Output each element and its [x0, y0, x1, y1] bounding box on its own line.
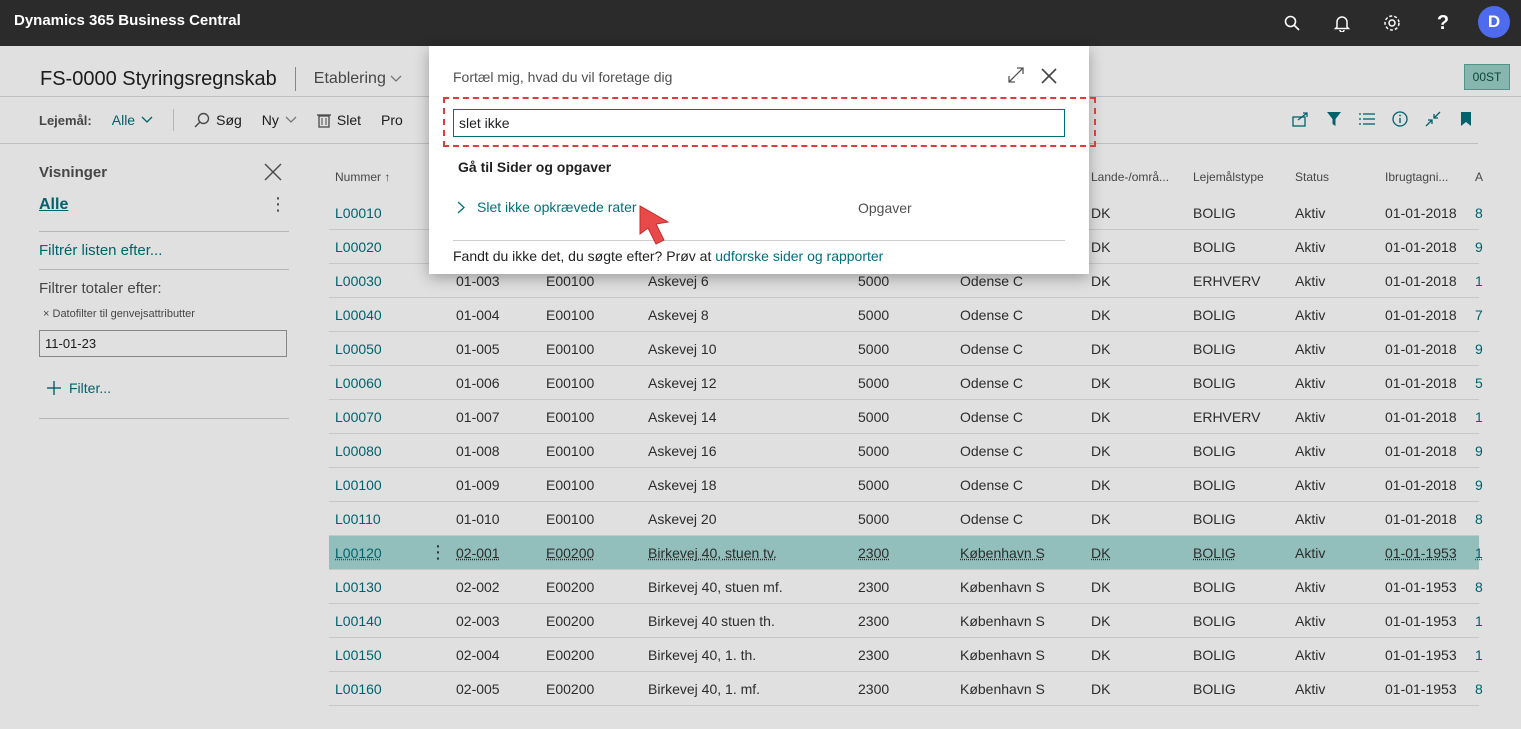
search-icon[interactable]: [1279, 10, 1305, 36]
highlight-box: [443, 97, 1096, 147]
gear-icon[interactable]: [1379, 10, 1405, 36]
footer-text: Fandt du ikke det, du søgte efter? Prøv …: [453, 248, 716, 264]
divider: [453, 240, 1065, 241]
section-heading: Gå til Sider og opgaver: [458, 159, 612, 175]
help-icon[interactable]: ?: [1430, 10, 1456, 36]
pointer-arrow-icon: [639, 205, 670, 245]
avatar[interactable]: D: [1478, 6, 1510, 38]
chevron-right-icon: [457, 201, 465, 213]
explore-pages-link[interactable]: udforske sider og rapporter: [715, 248, 883, 264]
expand-icon[interactable]: [1007, 66, 1029, 88]
search-result-item[interactable]: Slet ikke opkrævede rater: [457, 199, 637, 215]
search-result-category: Opgaver: [858, 200, 912, 216]
close-icon[interactable]: [1039, 66, 1061, 88]
top-bar: Dynamics 365 Business Central ? D: [0, 0, 1521, 46]
tell-me-dialog: Fortæl mig, hvad du vil foretage dig Gå …: [429, 46, 1096, 274]
dialog-footer: Fandt du ikke det, du søgte efter? Prøv …: [453, 248, 883, 264]
dialog-title: Fortæl mig, hvad du vil foretage dig: [453, 69, 673, 85]
search-result-label: Slet ikke opkrævede rater: [477, 199, 637, 215]
bell-icon[interactable]: [1329, 10, 1355, 36]
app-title[interactable]: Dynamics 365 Business Central: [14, 12, 241, 29]
